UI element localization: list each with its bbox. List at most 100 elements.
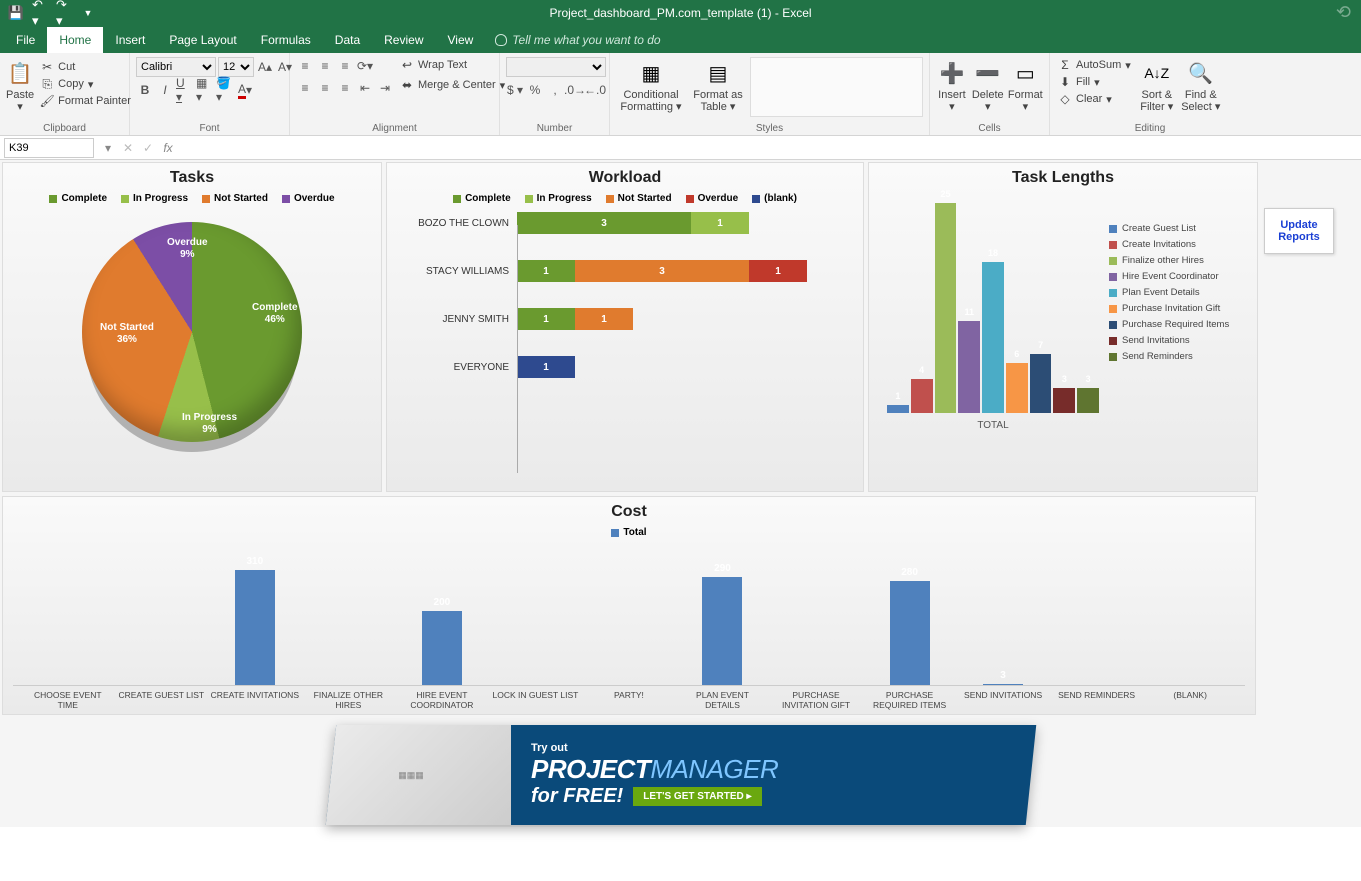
group-label-clipboard: Clipboard bbox=[6, 121, 123, 135]
workload-legend: Complete In Progress Not Started Overdue… bbox=[387, 189, 863, 212]
conditional-formatting-button[interactable]: ▦ Conditional Formatting ▾ bbox=[616, 57, 686, 113]
tab-home[interactable]: Home bbox=[47, 27, 103, 53]
fill-color-button[interactable]: 🪣▾ bbox=[216, 81, 234, 99]
tab-data[interactable]: Data bbox=[323, 27, 372, 53]
border-button[interactable]: ▦ ▾ bbox=[196, 81, 214, 99]
task-length-legend-item: Create Guest List bbox=[1109, 223, 1249, 234]
task-length-bar: 1 bbox=[887, 405, 909, 413]
lightbulb-icon bbox=[495, 34, 507, 46]
paste-button[interactable]: 📋 Paste▾ bbox=[6, 57, 34, 113]
group-label-alignment: Alignment bbox=[296, 121, 493, 135]
task-length-bar: 11 bbox=[958, 321, 980, 413]
autosum-button[interactable]: ΣAutoSum ▾ bbox=[1056, 57, 1133, 73]
task-length-legend-item: Send Invitations bbox=[1109, 335, 1249, 346]
inc-indent-icon[interactable]: ⇥ bbox=[376, 79, 394, 97]
cost-x-label: SEND REMINDERS bbox=[1052, 690, 1142, 710]
tell-me-search[interactable]: Tell me what you want to do bbox=[485, 27, 670, 53]
align-middle-icon[interactable]: ≡ bbox=[316, 57, 334, 75]
dec-indent-icon[interactable]: ⇤ bbox=[356, 79, 374, 97]
format-painter-button[interactable]: 🖌Format Painter bbox=[38, 93, 133, 109]
workload-segment: 1 bbox=[517, 308, 575, 330]
tab-insert[interactable]: Insert bbox=[103, 27, 157, 53]
find-select-button[interactable]: 🔍Find & Select ▾ bbox=[1181, 57, 1221, 113]
group-label-styles: Styles bbox=[616, 121, 923, 135]
tab-formulas[interactable]: Formulas bbox=[249, 27, 323, 53]
insert-icon: ➕ bbox=[938, 59, 966, 87]
comma-icon[interactable]: , bbox=[546, 81, 564, 99]
workload-bars: BOZO THE CLOWN31STACY WILLIAMS131JENNY S… bbox=[387, 212, 863, 414]
inc-decimal-icon[interactable]: .0→ bbox=[566, 81, 584, 99]
orientation-icon[interactable]: ⟳▾ bbox=[356, 57, 374, 75]
copy-button[interactable]: ⎘Copy ▾ bbox=[38, 76, 133, 92]
task-length-bar: 7 bbox=[1030, 354, 1052, 413]
cost-bars: 3102002902803 bbox=[13, 546, 1245, 686]
align-left-icon[interactable]: ≡ bbox=[296, 79, 314, 97]
cancel-formula-icon[interactable]: ✕ bbox=[118, 141, 138, 155]
dec-decimal-icon[interactable]: ←.0 bbox=[586, 81, 604, 99]
tasks-chart-panel[interactable]: Tasks Complete In Progress Not Started O… bbox=[2, 162, 382, 492]
undo-icon[interactable]: ↶ ▾ bbox=[32, 5, 48, 21]
align-bottom-icon[interactable]: ≡ bbox=[336, 57, 354, 75]
name-box[interactable] bbox=[4, 138, 94, 158]
insert-cells-button[interactable]: ➕Insert▾ bbox=[936, 57, 968, 113]
cell-styles-gallery[interactable] bbox=[750, 57, 923, 117]
format-as-table-button[interactable]: ▤ Format as Table ▾ bbox=[690, 57, 746, 113]
task-length-legend-item: Finalize other Hires bbox=[1109, 255, 1249, 266]
swatch-progress bbox=[121, 195, 129, 203]
fill-button[interactable]: ⬇Fill ▾ bbox=[1056, 74, 1133, 90]
percent-icon[interactable]: % bbox=[526, 81, 544, 99]
clear-button[interactable]: ◇Clear ▾ bbox=[1056, 91, 1133, 107]
align-top-icon[interactable]: ≡ bbox=[296, 57, 314, 75]
banner-free: for FREE! bbox=[531, 785, 623, 808]
collapse-ribbon-icon[interactable]: ⟲ bbox=[1336, 2, 1351, 23]
name-box-dropdown-icon[interactable]: ▾ bbox=[98, 141, 118, 155]
grow-font-icon[interactable]: A▴ bbox=[256, 58, 274, 76]
cost-x-label: (BLANK) bbox=[1145, 690, 1235, 710]
excel-title-bar: 💾 ↶ ▾ ↷ ▾ ▼ Project_dashboard_PM.com_tem… bbox=[0, 0, 1361, 25]
qat-customize-icon[interactable]: ▼ bbox=[80, 5, 96, 21]
redo-icon[interactable]: ↷ ▾ bbox=[56, 5, 72, 21]
enter-formula-icon[interactable]: ✓ bbox=[138, 141, 158, 155]
formula-input[interactable] bbox=[178, 138, 1361, 158]
update-reports-button[interactable]: Update Reports bbox=[1264, 208, 1334, 254]
banner-screenshot-icon: ▦▦▦ bbox=[325, 725, 510, 825]
delete-icon: ➖ bbox=[974, 59, 1002, 87]
font-color-button[interactable]: A▾ bbox=[236, 81, 254, 99]
cut-button[interactable]: ✂Cut bbox=[38, 59, 133, 75]
ribbon-home: 📋 Paste▾ ✂Cut ⎘Copy ▾ 🖌Format Painter Cl… bbox=[0, 53, 1361, 136]
bold-button[interactable]: B bbox=[136, 81, 154, 99]
workload-y-axis bbox=[517, 225, 518, 473]
fx-icon[interactable]: fx bbox=[158, 141, 178, 155]
sort-filter-button[interactable]: A↓ZSort & Filter ▾ bbox=[1137, 57, 1177, 113]
merge-center-button[interactable]: ⬌Merge & Center ▾ bbox=[398, 77, 507, 93]
tab-review[interactable]: Review bbox=[372, 27, 435, 53]
delete-cells-button[interactable]: ➖Delete▾ bbox=[972, 57, 1004, 113]
task-lengths-panel[interactable]: Task Lengths 142511186733 TOTAL Create G… bbox=[868, 162, 1258, 492]
italic-button[interactable]: I bbox=[156, 81, 174, 99]
promo-banner[interactable]: ▦▦▦ Try out PROJECTMANAGER for FREE! LET… bbox=[2, 725, 1359, 825]
align-right-icon[interactable]: ≡ bbox=[336, 79, 354, 97]
align-center-icon[interactable]: ≡ bbox=[316, 79, 334, 97]
tab-page-layout[interactable]: Page Layout bbox=[157, 27, 248, 53]
copy-icon: ⎘ bbox=[40, 77, 54, 91]
cost-x-label: HIRE EVENT COORDINATOR bbox=[397, 690, 487, 710]
number-format-select[interactable] bbox=[506, 57, 606, 77]
wrap-text-button[interactable]: ↩Wrap Text bbox=[398, 57, 507, 73]
font-name-select[interactable]: Calibri bbox=[136, 57, 216, 77]
currency-icon[interactable]: $ ▾ bbox=[506, 81, 524, 99]
format-cells-button[interactable]: ▭Format▾ bbox=[1008, 57, 1043, 113]
cost-x-label: SEND INVITATIONS bbox=[958, 690, 1048, 710]
cost-x-label: PARTY! bbox=[584, 690, 674, 710]
underline-button[interactable]: U ▾ bbox=[176, 81, 194, 99]
banner-cta-button[interactable]: LET'S GET STARTED ▸ bbox=[633, 787, 761, 806]
workload-chart-panel[interactable]: Workload Complete In Progress Not Starte… bbox=[386, 162, 864, 492]
save-icon[interactable]: 💾 bbox=[8, 5, 24, 21]
cost-x-label: PURCHASE REQUIRED ITEMS bbox=[865, 690, 955, 710]
tab-view[interactable]: View bbox=[436, 27, 486, 53]
banner-brand: PROJECTMANAGER bbox=[531, 754, 1031, 785]
swatch-notstarted bbox=[202, 195, 210, 203]
cost-chart-panel[interactable]: Cost Total 3102002902803 CHOOSE EVENT TI… bbox=[2, 496, 1256, 715]
tab-file[interactable]: File bbox=[4, 27, 47, 53]
cost-bar: 200 bbox=[397, 611, 487, 685]
font-size-select[interactable]: 12 bbox=[218, 57, 254, 77]
